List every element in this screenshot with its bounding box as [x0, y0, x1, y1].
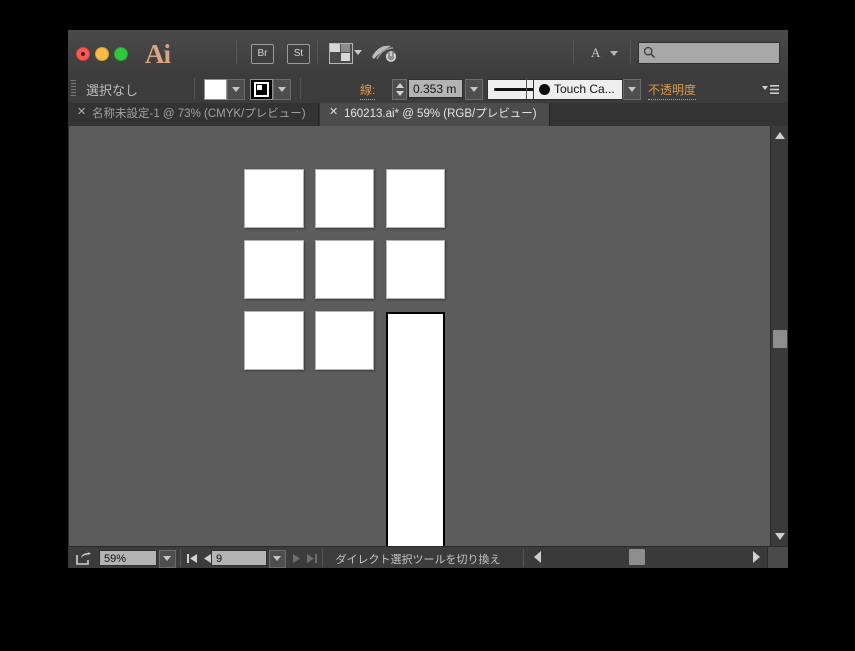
artboard-6[interactable] [386, 240, 445, 299]
stroke-swatch[interactable] [250, 79, 273, 100]
fill-swatch-dropdown[interactable] [227, 79, 245, 100]
brush-definition-select[interactable]: Touch Ca... [533, 79, 623, 100]
minimize-window-button[interactable] [95, 47, 109, 61]
zoom-level-input[interactable]: 59% [99, 550, 157, 566]
fill-swatch[interactable] [204, 79, 227, 100]
arrange-quad-1 [330, 44, 340, 52]
divider [194, 78, 195, 99]
illustrator-logo: Ai [145, 39, 171, 69]
character-panel-label: A [591, 45, 601, 60]
stroke-swatch-dropdown[interactable] [273, 79, 291, 100]
divider [630, 40, 631, 64]
zoom-level-dropdown[interactable] [159, 550, 176, 568]
opacity-label[interactable]: 不透明度 [648, 81, 697, 100]
document-tab-0-label: 名称未設定-1 @ 73% (CMYK/プレビュー) [92, 108, 306, 120]
brush-preview-icon [539, 84, 550, 95]
divider [526, 78, 527, 99]
artboard-number-dropdown[interactable] [269, 550, 286, 568]
illustrator-window: Ai Br St A 選択なし 線: 0.353 m Touch Ca... 不… [68, 30, 788, 568]
brush-definition-label: Touch Ca... [554, 82, 615, 96]
selection-status-label: 選択なし [86, 83, 139, 98]
divider [236, 40, 237, 64]
fill-swatch-group [204, 79, 245, 100]
scroll-down-arrow[interactable] [775, 533, 785, 540]
export-icon[interactable] [76, 551, 92, 565]
panel-menu-icon[interactable] [761, 83, 781, 96]
first-artboard-button[interactable] [185, 550, 200, 566]
status-bar: 59% 9 ダイレクト選択ツールを切り換え [68, 546, 788, 568]
artboard-number-input[interactable]: 9 [211, 550, 267, 566]
artboard-7[interactable] [244, 311, 304, 370]
horizontal-scrollbar[interactable] [528, 547, 788, 568]
bridge-button[interactable]: Br [251, 44, 274, 64]
search-icon [643, 46, 656, 59]
vertical-scrollbar-thumb[interactable] [773, 330, 787, 349]
close-window-button[interactable] [76, 47, 90, 61]
artboard-5[interactable] [315, 240, 374, 299]
divider [300, 78, 301, 99]
artboard-2[interactable] [315, 169, 374, 228]
control-bar: 選択なし 線: 0.353 m 均等 [68, 74, 788, 104]
divider [523, 549, 524, 567]
creative-cloud-swoosh-icon[interactable] [371, 44, 397, 62]
stepper-down-arrow[interactable] [396, 91, 404, 96]
divider [573, 40, 574, 64]
title-bar: Ai Br St A [68, 30, 788, 75]
stroke-ring-inner [257, 85, 262, 90]
stock-button[interactable]: St [287, 44, 310, 64]
screen: Ai Br St A 選択なし 線: 0.353 m Touch Ca... 不… [0, 0, 855, 651]
stroke-ring [254, 82, 269, 97]
search-input[interactable] [638, 42, 780, 64]
chevron-down-icon [610, 51, 618, 56]
brush-definition-dropdown[interactable] [623, 79, 641, 100]
stroke-weight-dropdown[interactable] [465, 79, 483, 100]
vertical-scrollbar[interactable] [770, 126, 788, 546]
close-icon[interactable]: ✕ [77, 107, 86, 118]
character-panel-button[interactable]: A [585, 43, 625, 63]
status-message[interactable]: ダイレクト選択ツールを切り換え [318, 551, 518, 567]
divider [317, 40, 318, 64]
stroke-weight-input[interactable]: 0.353 m [408, 79, 463, 98]
maximize-window-button[interactable] [114, 47, 128, 61]
artboard-9[interactable] [386, 312, 445, 546]
last-artboard-button[interactable] [304, 550, 319, 566]
resize-corner[interactable] [767, 547, 788, 568]
close-icon[interactable]: ✕ [329, 107, 338, 118]
scroll-up-arrow[interactable] [775, 132, 785, 139]
document-tab-bar: ✕ 名称未設定-1 @ 73% (CMYK/プレビュー) ✕ 160213.ai… [68, 103, 788, 127]
horizontal-scrollbar-thumb[interactable] [628, 549, 645, 565]
artboard-1[interactable] [244, 169, 304, 228]
artboard-3[interactable] [386, 169, 445, 228]
scroll-right-arrow[interactable] [753, 551, 760, 563]
document-tab-0[interactable]: ✕ 名称未設定-1 @ 73% (CMYK/プレビュー) [68, 103, 319, 126]
next-artboard-button[interactable] [289, 550, 304, 566]
stroke-swatch-group [250, 79, 291, 100]
divider [180, 549, 181, 567]
arrange-documents-icon[interactable] [329, 43, 353, 64]
arrange-quad-3 [341, 53, 350, 61]
artboard-8[interactable] [315, 311, 374, 370]
scroll-left-arrow[interactable] [534, 551, 541, 563]
stepper-up-arrow[interactable] [396, 83, 404, 88]
chevron-down-icon[interactable] [354, 50, 362, 55]
arrange-quad-2 [341, 44, 350, 52]
panel-drag-grip[interactable] [71, 80, 76, 98]
stroke-weight-stepper[interactable] [392, 79, 407, 100]
canvas-area[interactable] [68, 126, 771, 546]
stroke-weight-label[interactable]: 線: [360, 81, 376, 100]
artboard-4[interactable] [244, 240, 304, 299]
document-tab-1-label: 160213.ai* @ 59% (RGB/プレビュー) [344, 108, 537, 120]
document-tab-1[interactable]: ✕ 160213.ai* @ 59% (RGB/プレビュー) [320, 103, 550, 126]
